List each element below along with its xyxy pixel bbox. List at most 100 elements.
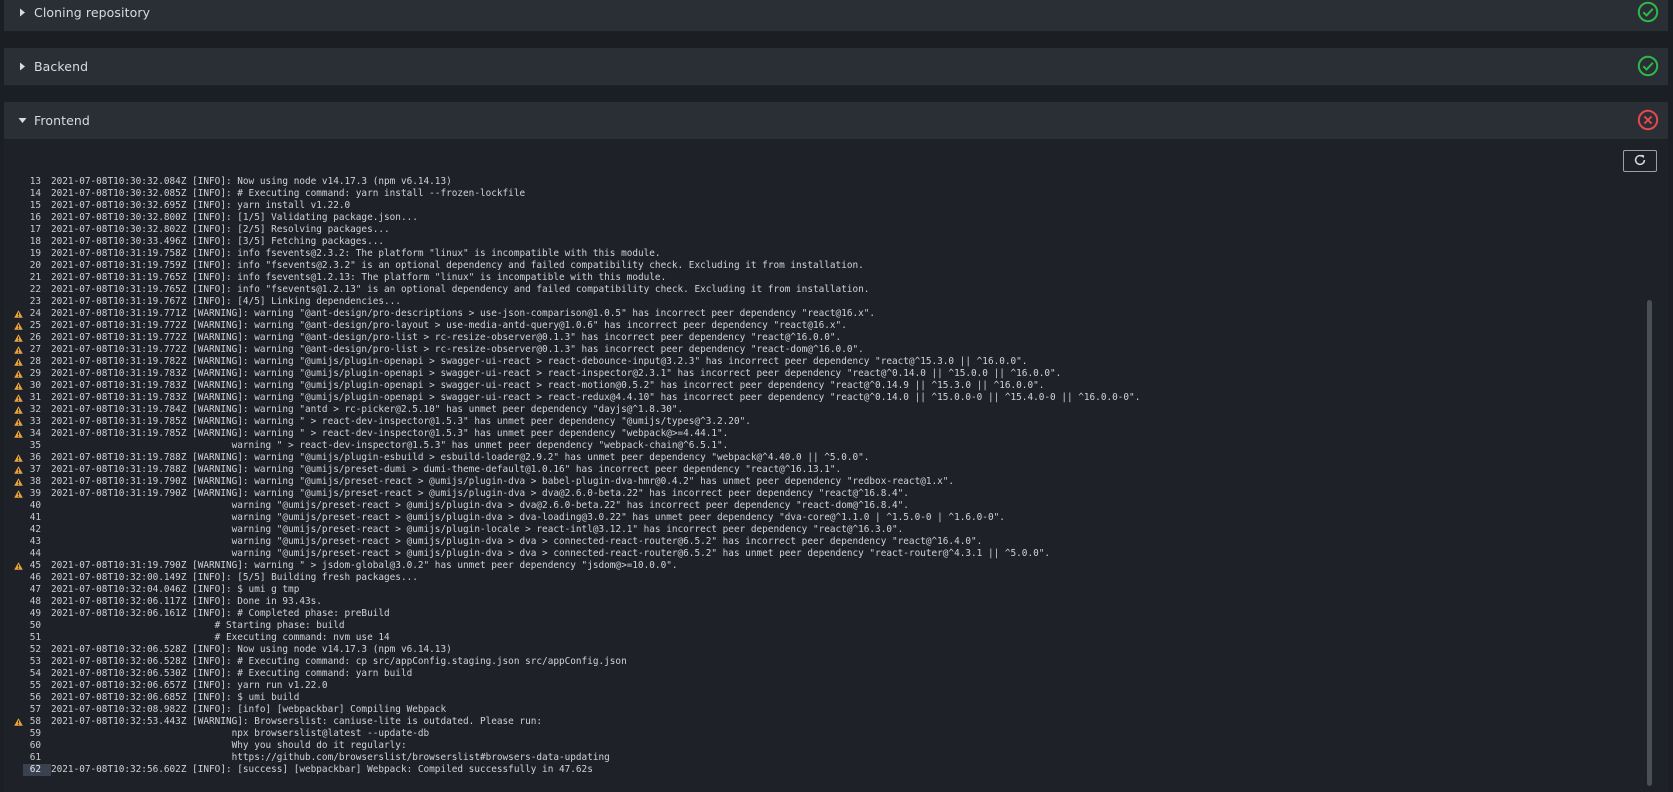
log-text: npx browserslist@latest --update-db xyxy=(51,728,430,739)
line-number[interactable]: 26 xyxy=(23,332,51,344)
refresh-button[interactable] xyxy=(1623,150,1657,172)
line-number[interactable]: 61 xyxy=(23,752,51,764)
log-line: 52 2021-07-08T10:32:06.528Z [INFO]: Now u… xyxy=(14,644,1649,656)
line-number[interactable]: 30 xyxy=(23,380,51,392)
line-number[interactable]: 35 xyxy=(23,440,51,452)
line-number[interactable]: 58 xyxy=(23,716,51,728)
section-cloning-repository[interactable]: Cloning repository xyxy=(4,0,1668,32)
log-text: 2021-07-08T10:30:33.496Z [INFO]: [3/5] F… xyxy=(51,236,385,247)
line-number[interactable]: 17 xyxy=(23,224,51,236)
line-number[interactable]: 22 xyxy=(23,284,51,296)
log-text: 2021-07-08T10:32:56.602Z [INFO]: [succes… xyxy=(51,764,593,775)
section-backend[interactable]: Backend xyxy=(4,48,1668,86)
line-number[interactable]: 14 xyxy=(23,188,51,200)
line-number[interactable]: 13 xyxy=(23,176,51,188)
log-line: 60 Why you should do it regularly: xyxy=(14,740,1649,752)
warning-icon xyxy=(14,560,23,572)
log-line: 55 2021-07-08T10:32:06.657Z [INFO]: yarn … xyxy=(14,680,1649,692)
line-number[interactable]: 41 xyxy=(23,512,51,524)
log-line: 18 2021-07-08T10:30:33.496Z [INFO]: [3/5]… xyxy=(14,236,1649,248)
log-line: 21 2021-07-08T10:31:19.765Z [INFO]: info … xyxy=(14,272,1649,284)
line-number[interactable]: 52 xyxy=(23,644,51,656)
build-log[interactable]: 13 2021-07-08T10:30:32.084Z [INFO]: Now u… xyxy=(14,176,1649,780)
line-number[interactable]: 49 xyxy=(23,608,51,620)
warning-slot xyxy=(14,656,23,668)
line-number[interactable]: 40 xyxy=(23,500,51,512)
warning-slot xyxy=(14,740,23,752)
line-number[interactable]: 59 xyxy=(23,728,51,740)
line-number[interactable]: 43 xyxy=(23,536,51,548)
line-number[interactable]: 48 xyxy=(23,596,51,608)
warning-icon xyxy=(14,476,23,488)
warning-slot xyxy=(14,200,23,212)
line-number[interactable]: 20 xyxy=(23,260,51,272)
section-frontend[interactable]: Frontend xyxy=(4,102,1668,140)
warning-slot xyxy=(14,224,23,236)
line-number[interactable]: 23 xyxy=(23,296,51,308)
warning-slot xyxy=(14,272,23,284)
line-number[interactable]: 33 xyxy=(23,416,51,428)
warning-slot xyxy=(14,248,23,260)
line-number[interactable]: 54 xyxy=(23,668,51,680)
line-number[interactable]: 51 xyxy=(23,632,51,644)
line-number[interactable]: 56 xyxy=(23,692,51,704)
line-number[interactable]: 31 xyxy=(23,392,51,404)
line-number[interactable]: 46 xyxy=(23,572,51,584)
line-number[interactable]: 47 xyxy=(23,584,51,596)
line-number[interactable]: 18 xyxy=(23,236,51,248)
line-number[interactable]: 55 xyxy=(23,680,51,692)
log-text: 2021-07-08T10:32:06.528Z [INFO]: # Execu… xyxy=(51,656,627,667)
line-number[interactable]: 42 xyxy=(23,524,51,536)
line-number[interactable]: 38 xyxy=(23,476,51,488)
warning-slot xyxy=(14,584,23,596)
log-line: 54 2021-07-08T10:32:06.530Z [INFO]: # Exe… xyxy=(14,668,1649,680)
line-number[interactable]: 39 xyxy=(23,488,51,500)
line-number[interactable]: 27 xyxy=(23,344,51,356)
log-text: 2021-07-08T10:31:19.758Z [INFO]: info fs… xyxy=(51,248,661,259)
log-text: 2021-07-08T10:31:19.772Z [WARNING]: warn… xyxy=(51,320,847,331)
line-number[interactable]: 37 xyxy=(23,464,51,476)
section-title: Cloning repository xyxy=(34,5,151,20)
line-number[interactable]: 45 xyxy=(23,560,51,572)
line-number[interactable]: 50 xyxy=(23,620,51,632)
log-line: 56 2021-07-08T10:32:06.685Z [INFO]: $ umi… xyxy=(14,692,1649,704)
log-text: warning "@umijs/preset-react > @umijs/pl… xyxy=(51,548,1051,559)
log-line: 22 2021-07-08T10:31:19.765Z [INFO]: info … xyxy=(14,284,1649,296)
log-line: 47 2021-07-08T10:32:04.046Z [INFO]: $ umi… xyxy=(14,584,1649,596)
log-line: 16 2021-07-08T10:30:32.800Z [INFO]: [1/5]… xyxy=(14,212,1649,224)
line-number[interactable]: 34 xyxy=(23,428,51,440)
line-number[interactable]: 32 xyxy=(23,404,51,416)
line-number[interactable]: 15 xyxy=(23,200,51,212)
line-number[interactable]: 29 xyxy=(23,368,51,380)
log-text: 2021-07-08T10:30:32.802Z [INFO]: [2/5] R… xyxy=(51,224,390,235)
log-text: 2021-07-08T10:31:19.772Z [WARNING]: warn… xyxy=(51,332,842,343)
line-number[interactable]: 25 xyxy=(23,320,51,332)
log-text: 2021-07-08T10:32:06.117Z [INFO]: Done in… xyxy=(51,596,322,607)
line-number[interactable]: 60 xyxy=(23,740,51,752)
warning-icon xyxy=(14,404,23,416)
line-number[interactable]: 44 xyxy=(23,548,51,560)
log-line: 20 2021-07-08T10:31:19.759Z [INFO]: info … xyxy=(14,260,1649,272)
line-number[interactable]: 57 xyxy=(23,704,51,716)
warning-icon xyxy=(14,452,23,464)
warning-icon xyxy=(14,308,23,320)
line-number[interactable]: 24 xyxy=(23,308,51,320)
line-number[interactable]: 19 xyxy=(23,248,51,260)
log-text: 2021-07-08T10:30:32.695Z [INFO]: yarn in… xyxy=(51,200,351,211)
line-number[interactable]: 28 xyxy=(23,356,51,368)
line-number[interactable]: 62 xyxy=(23,764,51,776)
warning-slot xyxy=(14,212,23,224)
warning-slot xyxy=(14,440,23,452)
log-text: 2021-07-08T10:32:06.685Z [INFO]: $ umi b… xyxy=(51,692,300,703)
log-text: 2021-07-08T10:31:19.771Z [WARNING]: warn… xyxy=(51,308,876,319)
log-line: 62 2021-07-08T10:32:56.602Z [INFO]: [succ… xyxy=(14,764,1649,776)
line-number[interactable]: 53 xyxy=(23,656,51,668)
warning-slot xyxy=(14,548,23,560)
line-number[interactable]: 21 xyxy=(23,272,51,284)
section-title: Frontend xyxy=(34,113,90,128)
line-number[interactable]: 36 xyxy=(23,452,51,464)
scrollbar-thumb[interactable] xyxy=(1647,300,1652,786)
warning-slot xyxy=(14,524,23,536)
line-number[interactable]: 16 xyxy=(23,212,51,224)
log-line: 51 # Executing command: nvm use 14 xyxy=(14,632,1649,644)
